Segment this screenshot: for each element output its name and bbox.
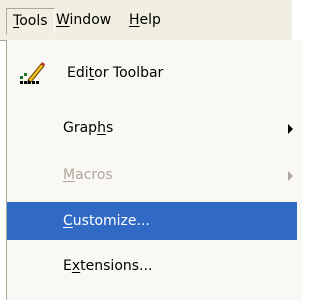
tools-dropdown-menu: Editor Toolbar Graphs Macros Customize..… <box>6 40 302 300</box>
pencil-chart-icon <box>20 62 45 84</box>
menu-item-customize[interactable]: Customize... <box>7 202 297 240</box>
menu-window-mnemonic: W <box>56 12 70 28</box>
menu-item-label: tensions... <box>80 258 153 274</box>
menu-item-mnemonic: h <box>97 120 106 136</box>
menu-item-mnemonic: x <box>71 258 81 274</box>
menu-window-label: indow <box>69 12 112 28</box>
menu-help[interactable]: Help <box>129 0 161 40</box>
menu-item-label: ustomize... <box>72 213 150 229</box>
menu-tools-label: ools <box>19 13 48 29</box>
menu-help-mnemonic: H <box>129 12 140 28</box>
menu-window[interactable]: Window <box>56 0 111 40</box>
menu-tools[interactable]: Tools <box>6 8 55 34</box>
menu-item-label: s <box>105 120 114 136</box>
menu-item-macros: Macros <box>7 156 297 194</box>
menu-item-mnemonic: C <box>63 213 73 229</box>
menu-help-label: elp <box>139 12 161 28</box>
submenu-arrow-icon <box>288 124 293 134</box>
menu-item-extensions[interactable]: Extensions... <box>7 247 297 285</box>
menu-bar: Tools Window Help <box>0 0 292 40</box>
menu-item-editor-toolbar[interactable]: Editor Toolbar <box>7 54 297 92</box>
menu-item-label: Grap <box>63 120 98 136</box>
menu-item-label: Edi <box>67 65 89 81</box>
menu-item-label: or Toolbar <box>94 65 164 81</box>
menu-item-label: acros <box>75 167 113 183</box>
menu-item-mnemonic: M <box>63 167 76 183</box>
menu-item-graphs[interactable]: Graphs <box>7 109 297 147</box>
submenu-arrow-icon <box>288 171 293 181</box>
menu-item-label: E <box>63 258 72 274</box>
